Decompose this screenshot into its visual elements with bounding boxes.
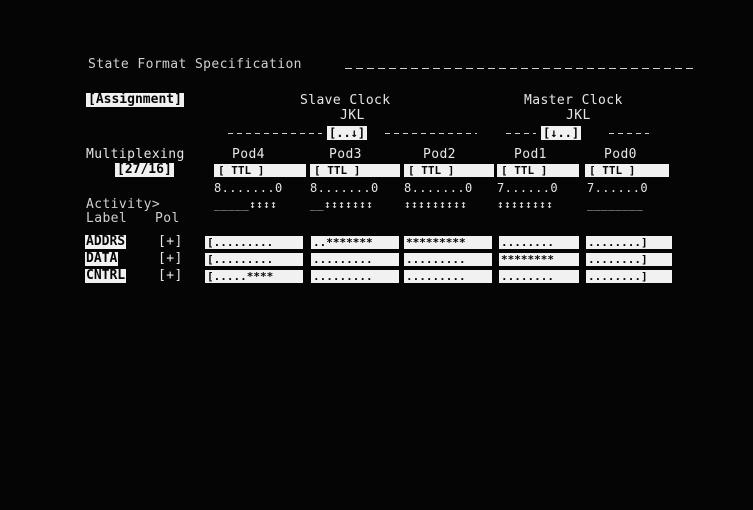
bitmap-cntrl-pod1[interactable]: ........ [499, 270, 579, 283]
slave-clock-selector[interactable]: [..↓] [327, 126, 368, 140]
logic-analyzer-screen: State Format Specification [Assignment] … [0, 0, 753, 510]
polarity-data[interactable]: [+] [158, 252, 183, 266]
polarity-cntrl[interactable]: [+] [158, 269, 183, 283]
pod-name-0: Pod0 [604, 147, 637, 162]
slave-clock-dashes-right [385, 133, 477, 134]
bitmap-addrs-pod1[interactable]: ........ [499, 236, 579, 249]
master-clock-dashes-right [609, 133, 649, 134]
activity-label: Activity> [86, 197, 161, 212]
pod-type-3[interactable]: [ TTL ] [310, 164, 400, 177]
assignment-button[interactable]: [Assignment] [86, 93, 184, 107]
pod-activity-3: __↕↕↕↕↕↕↕ [310, 198, 374, 211]
master-clock-dashes-left [506, 133, 536, 134]
bitmap-cntrl-pod3[interactable]: ......... [311, 270, 399, 283]
bitmap-addrs-pod4[interactable]: [......... [205, 236, 303, 249]
pod-type-4[interactable]: [ TTL ] [214, 164, 306, 177]
bitmap-data-pod1[interactable]: ******** [499, 253, 579, 266]
bitmap-cntrl-pod2[interactable]: ......... [404, 270, 492, 283]
bitmap-cntrl-pod0[interactable]: ........] [586, 270, 672, 283]
pod-bits-3: 8.......0 [310, 181, 379, 195]
master-clock-selector[interactable]: [↓..] [541, 126, 582, 140]
pod-bits-1: 7......0 [497, 181, 558, 195]
pod-name-2: Pod2 [423, 147, 456, 162]
pod-bits-4: 8.......0 [214, 181, 283, 195]
pod-bits-0: 7......0 [587, 181, 648, 195]
master-clock-title: Master Clock [524, 93, 623, 108]
pod-activity-2: ↕↕↕↕↕↕↕↕↕ [404, 198, 468, 211]
label-cntrl[interactable]: CNTRL [85, 269, 127, 283]
pod-name-3: Pod3 [329, 147, 362, 162]
label-column-header: Label [86, 211, 128, 226]
page-title: State Format Specification [88, 57, 302, 72]
bitmap-cntrl-pod4[interactable]: [.....**** [205, 270, 303, 283]
slave-clock-sub: JKL [340, 108, 365, 123]
label-addrs[interactable]: ADDRS [85, 235, 127, 249]
pod-name-4: Pod4 [232, 147, 265, 162]
bitmap-data-pod3[interactable]: ......... [311, 253, 399, 266]
pol-column-header: Pol [155, 211, 180, 226]
bitmap-addrs-pod0[interactable]: ........] [586, 236, 672, 249]
pod-bits-2: 8.......0 [404, 181, 473, 195]
label-data[interactable]: DATA [85, 252, 119, 266]
title-underline [345, 68, 695, 69]
bitmap-data-pod4[interactable]: [......... [205, 253, 303, 266]
pod-type-0[interactable]: [ TTL ] [585, 164, 669, 177]
slave-clock-title: Slave Clock [300, 93, 391, 108]
pod-name-1: Pod1 [514, 147, 547, 162]
bitmap-addrs-pod3[interactable]: ..******* [311, 236, 399, 249]
pod-activity-0: ________ [587, 198, 644, 211]
master-clock-sub: JKL [566, 108, 591, 123]
pod-activity-1: ↕↕↕↕↕↕↕↕ [497, 198, 554, 211]
pod-type-2[interactable]: [ TTL ] [404, 164, 494, 177]
pod-type-1[interactable]: [ TTL ] [497, 164, 579, 177]
bitmap-addrs-pod2[interactable]: ********* [404, 236, 492, 249]
bitmap-data-pod0[interactable]: ........] [586, 253, 672, 266]
pod-activity-4: _____↕↕↕↕ [214, 198, 278, 211]
multiplexing-selector[interactable]: [27/16] [115, 163, 174, 177]
polarity-addrs[interactable]: [+] [158, 235, 183, 249]
multiplexing-label: Multiplexing [86, 147, 185, 162]
slave-clock-dashes-left [228, 133, 322, 134]
bitmap-data-pod2[interactable]: ......... [404, 253, 492, 266]
